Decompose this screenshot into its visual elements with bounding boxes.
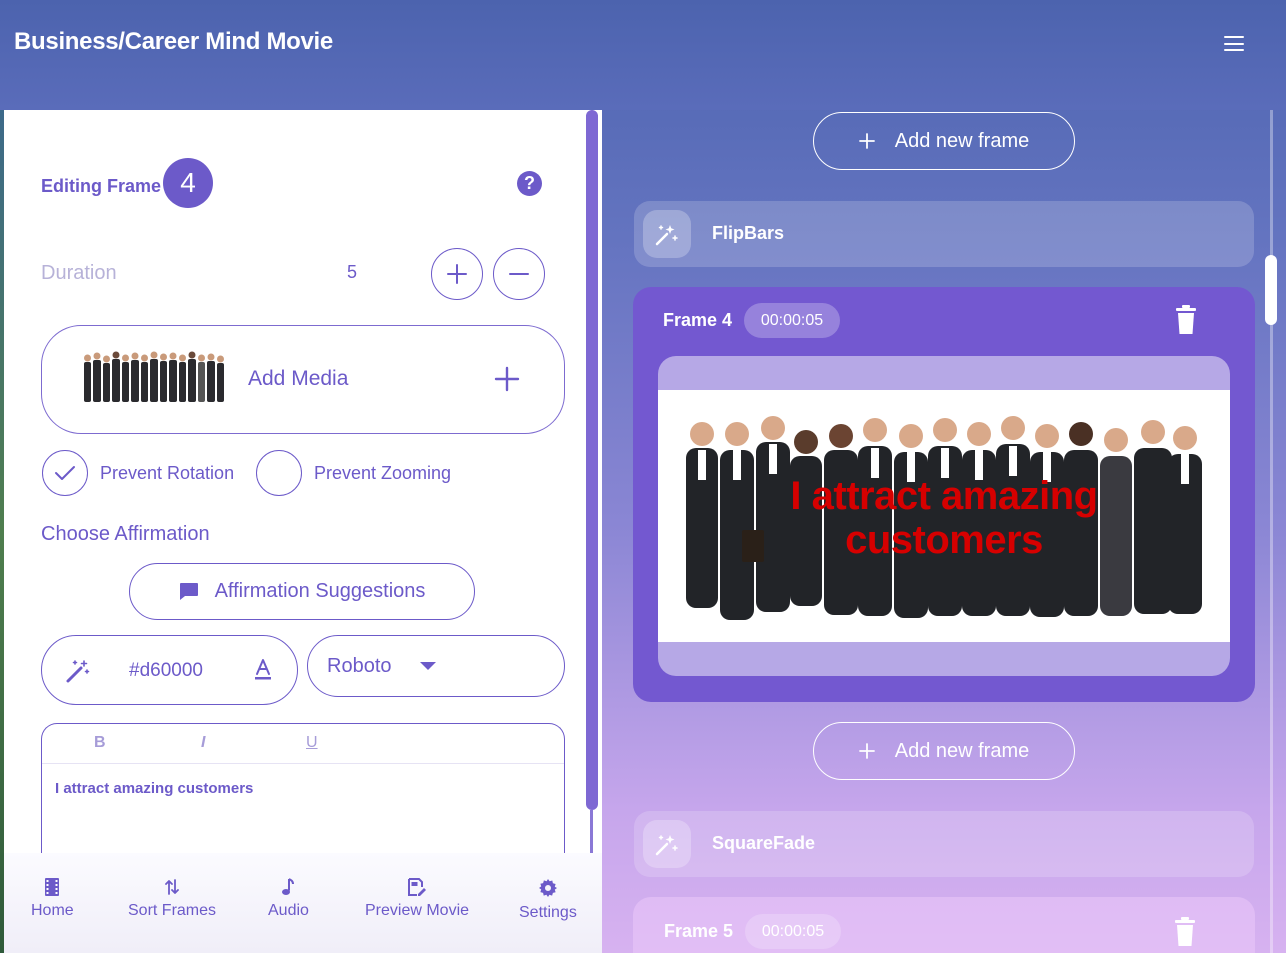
timeline-scrollbar[interactable] xyxy=(1265,255,1277,325)
frame-number-badge: 4 xyxy=(163,158,213,208)
gear-icon xyxy=(538,879,557,897)
affirmation-text[interactable]: I attract amazing customers xyxy=(55,780,253,797)
nav-audio-label: Audio xyxy=(268,902,309,919)
frame-duration-pill: 00:00:05 xyxy=(744,303,840,338)
font-select-value: Roboto xyxy=(327,655,392,677)
affirmation-suggestions-button[interactable]: Affirmation Suggestions xyxy=(129,563,475,620)
plus-icon xyxy=(447,264,467,284)
transition-name: FlipBars xyxy=(712,223,785,243)
prevent-zooming-checkbox[interactable] xyxy=(256,450,302,496)
nav-settings-label: Settings xyxy=(519,904,577,921)
editor-scrollbar[interactable] xyxy=(586,110,598,810)
frame-title: Frame 5 xyxy=(664,921,734,941)
text-color-value: #d60000 xyxy=(129,660,203,681)
add-media-button[interactable]: Add Media xyxy=(41,325,565,434)
timeline-scrollbar-track xyxy=(1270,110,1273,953)
italic-button[interactable]: I xyxy=(201,734,205,752)
magic-wand-icon xyxy=(66,660,90,683)
magic-sparkle-icon xyxy=(655,835,678,856)
affirmation-text-editor[interactable]: B I U I attract amazing customers xyxy=(41,723,565,863)
nav-sort-frames[interactable]: Sort Frames xyxy=(128,878,216,920)
duration-label: Duration xyxy=(41,262,117,284)
plus-icon xyxy=(858,133,875,149)
magic-sparkle-icon xyxy=(655,225,678,246)
app-header: Business/Career Mind Movie xyxy=(0,0,1286,110)
choose-affirmation-label: Choose Affirmation xyxy=(41,523,210,545)
underline-button[interactable]: U xyxy=(306,734,318,752)
help-icon[interactable]: ? xyxy=(517,171,542,196)
preview-icon xyxy=(408,878,427,896)
add-media-plus-icon xyxy=(494,366,520,392)
minus-icon xyxy=(509,273,529,275)
frame-editor-panel: Editing Frame 4 ? Duration 5 Add Media P… xyxy=(4,110,602,953)
transition-icon xyxy=(643,820,691,868)
hamburger-menu-icon[interactable] xyxy=(1224,36,1244,51)
duration-decrease-button[interactable] xyxy=(493,248,545,300)
nav-audio[interactable]: Audio xyxy=(268,878,309,920)
text-color-icon xyxy=(255,659,271,680)
dropdown-caret-icon xyxy=(420,662,436,670)
duration-increase-button[interactable] xyxy=(431,248,483,300)
prevent-rotation-checkbox[interactable] xyxy=(42,450,88,496)
frame-duration-pill: 00:00:05 xyxy=(745,914,841,949)
app-title: Business/Career Mind Movie xyxy=(14,28,333,55)
transition-name: SquareFade xyxy=(712,833,816,853)
prevent-rotation-label: Prevent Rotation xyxy=(100,463,235,483)
prevent-zooming-label: Prevent Zooming xyxy=(314,463,452,483)
film-icon xyxy=(45,878,60,896)
trash-icon[interactable] xyxy=(1174,917,1196,947)
transition-squarefade[interactable]: SquareFade xyxy=(634,811,1254,877)
nav-home-label: Home xyxy=(31,902,74,919)
affirmation-suggestions-label: Affirmation Suggestions xyxy=(214,580,426,602)
frame-preview: I attract amazing customers xyxy=(658,356,1230,676)
music-note-icon xyxy=(282,878,295,895)
add-new-frame-label: Add new frame xyxy=(894,739,1030,762)
bold-button[interactable]: B xyxy=(94,734,106,752)
frame-card-5[interactable]: Frame 5 00:00:05 xyxy=(633,897,1255,953)
nav-sort-frames-label: Sort Frames xyxy=(128,902,217,919)
nav-preview-movie-label: Preview Movie xyxy=(365,902,470,919)
duration-value: 5 xyxy=(347,262,358,282)
font-select[interactable]: Roboto xyxy=(307,635,565,697)
plus-icon xyxy=(858,743,875,759)
frame-title: Frame 4 xyxy=(663,310,733,330)
nav-settings[interactable]: Settings xyxy=(519,878,577,922)
trash-icon[interactable] xyxy=(1175,305,1197,335)
chat-bubble-icon xyxy=(179,583,198,600)
nav-home[interactable]: Home xyxy=(31,878,74,920)
nav-preview-movie[interactable]: Preview Movie xyxy=(365,878,469,920)
add-new-frame-button-bottom[interactable]: Add new frame xyxy=(813,722,1075,780)
add-new-frame-button-top[interactable]: Add new frame xyxy=(813,112,1075,170)
check-icon xyxy=(55,466,75,480)
editing-frame-label: Editing Frame xyxy=(41,176,162,196)
sort-icon xyxy=(165,879,179,895)
bottom-navigation: Home Sort Frames Audio Preview Movie Set… xyxy=(4,853,602,953)
media-thumbnail xyxy=(80,350,226,408)
frame-card-4[interactable]: Frame 4 00:00:05 I attract amazing custo… xyxy=(633,287,1255,702)
editor-toolbar: B I U xyxy=(42,724,564,764)
transition-flipbars[interactable]: FlipBars xyxy=(634,201,1254,267)
transition-icon xyxy=(643,210,691,258)
add-new-frame-label: Add new frame xyxy=(894,129,1030,152)
frame-caption: I attract amazing customers xyxy=(790,474,1098,562)
text-color-picker[interactable]: #d60000 xyxy=(41,635,298,705)
add-media-label: Add Media xyxy=(248,367,349,390)
